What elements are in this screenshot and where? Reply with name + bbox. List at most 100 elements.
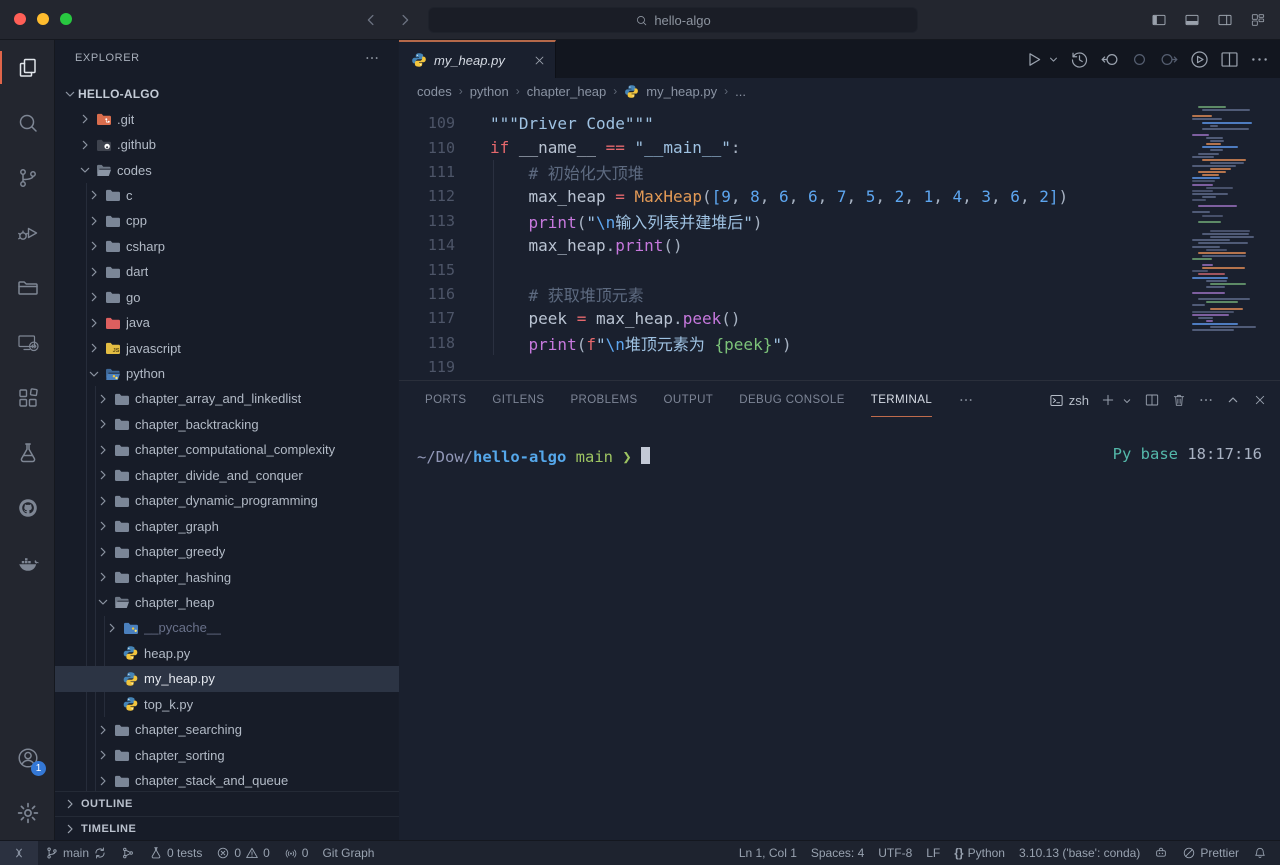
tree-item-codes[interactable]: codes [55, 157, 399, 182]
more-icon[interactable] [1249, 49, 1270, 70]
panel-chevron-up-icon[interactable] [1225, 392, 1241, 408]
breadcrumb-item[interactable]: chapter_heap [527, 84, 607, 99]
tab-my-heap[interactable]: my_heap.py [399, 40, 556, 78]
command-center-search[interactable]: hello-algo [428, 7, 918, 33]
arrow-left-circle-icon[interactable] [1099, 49, 1120, 70]
notifications[interactable] [1246, 841, 1274, 865]
split-editor-icon[interactable] [1219, 49, 1240, 70]
arrow-right-circle-icon[interactable] [1159, 49, 1180, 70]
encoding[interactable]: UTF-8 [871, 841, 919, 865]
tree-item-chapter-heap[interactable]: chapter_heap [55, 590, 399, 615]
panel-trash-icon[interactable] [1171, 392, 1187, 408]
tree-item-chapter-backtracking[interactable]: chapter_backtracking [55, 412, 399, 437]
tree-item-chapter-computational-complexity[interactable]: chapter_computational_complexity [55, 437, 399, 462]
activity-project-folder-icon[interactable] [0, 260, 55, 315]
activity-extensions-icon[interactable] [0, 370, 55, 425]
remote-indicator[interactable] [0, 841, 38, 865]
problems-status[interactable]: 00 [209, 841, 276, 865]
tree-item-csharp[interactable]: csharp [55, 234, 399, 259]
tree-item-chapter-graph[interactable]: chapter_graph [55, 513, 399, 538]
layout-panel-icon[interactable] [1184, 12, 1200, 28]
nav-forward-icon[interactable] [396, 11, 414, 29]
tests-status[interactable]: 0 tests [142, 841, 209, 865]
tree-item-chapter-array-and-linkedlist[interactable]: chapter_array_and_linkedlist [55, 386, 399, 411]
tree-item-cpp[interactable]: cpp [55, 208, 399, 233]
panel-close-icon[interactable] [1252, 392, 1268, 408]
panel-tab-problems[interactable]: PROBLEMS [570, 383, 637, 417]
activity-remote-explorer-icon[interactable] [0, 315, 55, 370]
timeline-pane-header[interactable]: TIMELINE [55, 816, 399, 840]
tree-item-python[interactable]: python [55, 361, 399, 386]
tree-item-java[interactable]: java [55, 310, 399, 335]
tree-item-chapter-dynamic-programming[interactable]: chapter_dynamic_programming [55, 488, 399, 513]
minimize-light[interactable] [37, 13, 49, 25]
code-editor[interactable]: 109"""Driver Code"""110if __name__ == "_… [399, 104, 1280, 380]
panel-chevron-down-icon[interactable] [1121, 394, 1133, 406]
activity-docker-icon[interactable] [0, 535, 55, 590]
tree-item-hello-algo[interactable]: HELLO-ALGO [55, 81, 399, 106]
tree-item-chapter-searching[interactable]: chapter_searching [55, 717, 399, 742]
circle-icon[interactable] [1129, 49, 1150, 70]
broadcast-status[interactable]: 0 [277, 841, 316, 865]
tree-item-my-heap-py[interactable]: my_heap.py [55, 666, 399, 691]
panel-tab-debug-console[interactable]: DEBUG CONSOLE [739, 383, 845, 417]
chevron-down-icon[interactable] [1047, 53, 1060, 66]
activity-run-debug-icon[interactable] [0, 205, 55, 260]
tree-item-chapter-stack-and-queue[interactable]: chapter_stack_and_queue [55, 768, 399, 793]
language-mode[interactable]: {}Python [947, 841, 1012, 865]
panel-tab-output[interactable]: OUTPUT [664, 383, 714, 417]
activity-source-control-icon[interactable] [0, 150, 55, 205]
python-interpreter[interactable]: 3.10.13 ('base': conda) [1012, 841, 1147, 865]
eol[interactable]: LF [919, 841, 947, 865]
git-graph-button[interactable]: Git Graph [315, 841, 381, 865]
cursor-position[interactable]: Ln 1, Col 1 [732, 841, 804, 865]
window-controls[interactable] [14, 13, 72, 25]
prettier-status[interactable]: Prettier [1175, 841, 1246, 865]
tree-item-go[interactable]: go [55, 285, 399, 310]
breadcrumb-item[interactable]: my_heap.py [646, 84, 717, 99]
panel-tabs-more-icon[interactable] [958, 392, 974, 408]
tab-close-icon[interactable] [532, 53, 547, 68]
tree-item-chapter-sorting[interactable]: chapter_sorting [55, 742, 399, 767]
panel-split-editor-icon[interactable] [1144, 392, 1160, 408]
panel-plus-icon[interactable] [1100, 392, 1116, 408]
tree-item-top-k-py[interactable]: top_k.py [55, 692, 399, 717]
copilot-status[interactable] [1147, 841, 1175, 865]
layout-grid-icon[interactable] [1250, 12, 1266, 28]
breadcrumb-item[interactable]: codes [417, 84, 452, 99]
tree-item-chapter-greedy[interactable]: chapter_greedy [55, 539, 399, 564]
tree-item-chapter-divide-and-conquer[interactable]: chapter_divide_and_conquer [55, 463, 399, 488]
tree-item--pycache-[interactable]: __pycache__ [55, 615, 399, 640]
outline-pane-header[interactable]: OUTLINE [55, 791, 399, 816]
zoom-light[interactable] [60, 13, 72, 25]
git-branch-status[interactable]: main [38, 841, 114, 865]
tree-item-chapter-hashing[interactable]: chapter_hashing [55, 564, 399, 589]
activity-github-icon[interactable] [0, 480, 55, 535]
breadcrumb[interactable]: codes›python›chapter_heap›my_heap.py›... [399, 78, 1280, 104]
breadcrumb-item[interactable]: python [470, 84, 509, 99]
activity-testing-icon[interactable] [0, 425, 55, 480]
activity-settings-icon[interactable] [0, 785, 55, 840]
tree-item-javascript[interactable]: JSjavascript [55, 335, 399, 360]
panel-tab-terminal[interactable]: TERMINAL [871, 383, 932, 417]
panel-more-icon[interactable] [1198, 392, 1214, 408]
history-icon[interactable] [1069, 49, 1090, 70]
layout-sidebar-right-icon[interactable] [1217, 12, 1233, 28]
run-icon[interactable] [1023, 49, 1044, 70]
panel-tab-ports[interactable]: PORTS [425, 383, 466, 417]
git-graph-glyph[interactable] [114, 841, 142, 865]
layout-sidebar-icon[interactable] [1151, 12, 1167, 28]
activity-search-icon[interactable] [0, 95, 55, 150]
breadcrumb-item[interactable]: ... [735, 84, 746, 99]
tree-item-c[interactable]: c [55, 183, 399, 208]
tree-item--git[interactable]: .git [55, 106, 399, 131]
terminal[interactable]: ~/Dow/hello-algo main ❯Py base 18:17:16 [417, 445, 1262, 466]
activity-explorer-icon[interactable] [0, 40, 55, 95]
panel-tab-gitlens[interactable]: GITLENS [492, 383, 544, 417]
nav-back-icon[interactable] [362, 11, 380, 29]
indentation[interactable]: Spaces: 4 [804, 841, 871, 865]
terminal-profile[interactable]: zsh [1049, 393, 1089, 408]
activity-accounts-icon[interactable]: 1 [0, 730, 55, 785]
tree-item--github[interactable]: .github [55, 132, 399, 157]
run-circle-icon[interactable] [1189, 49, 1210, 70]
